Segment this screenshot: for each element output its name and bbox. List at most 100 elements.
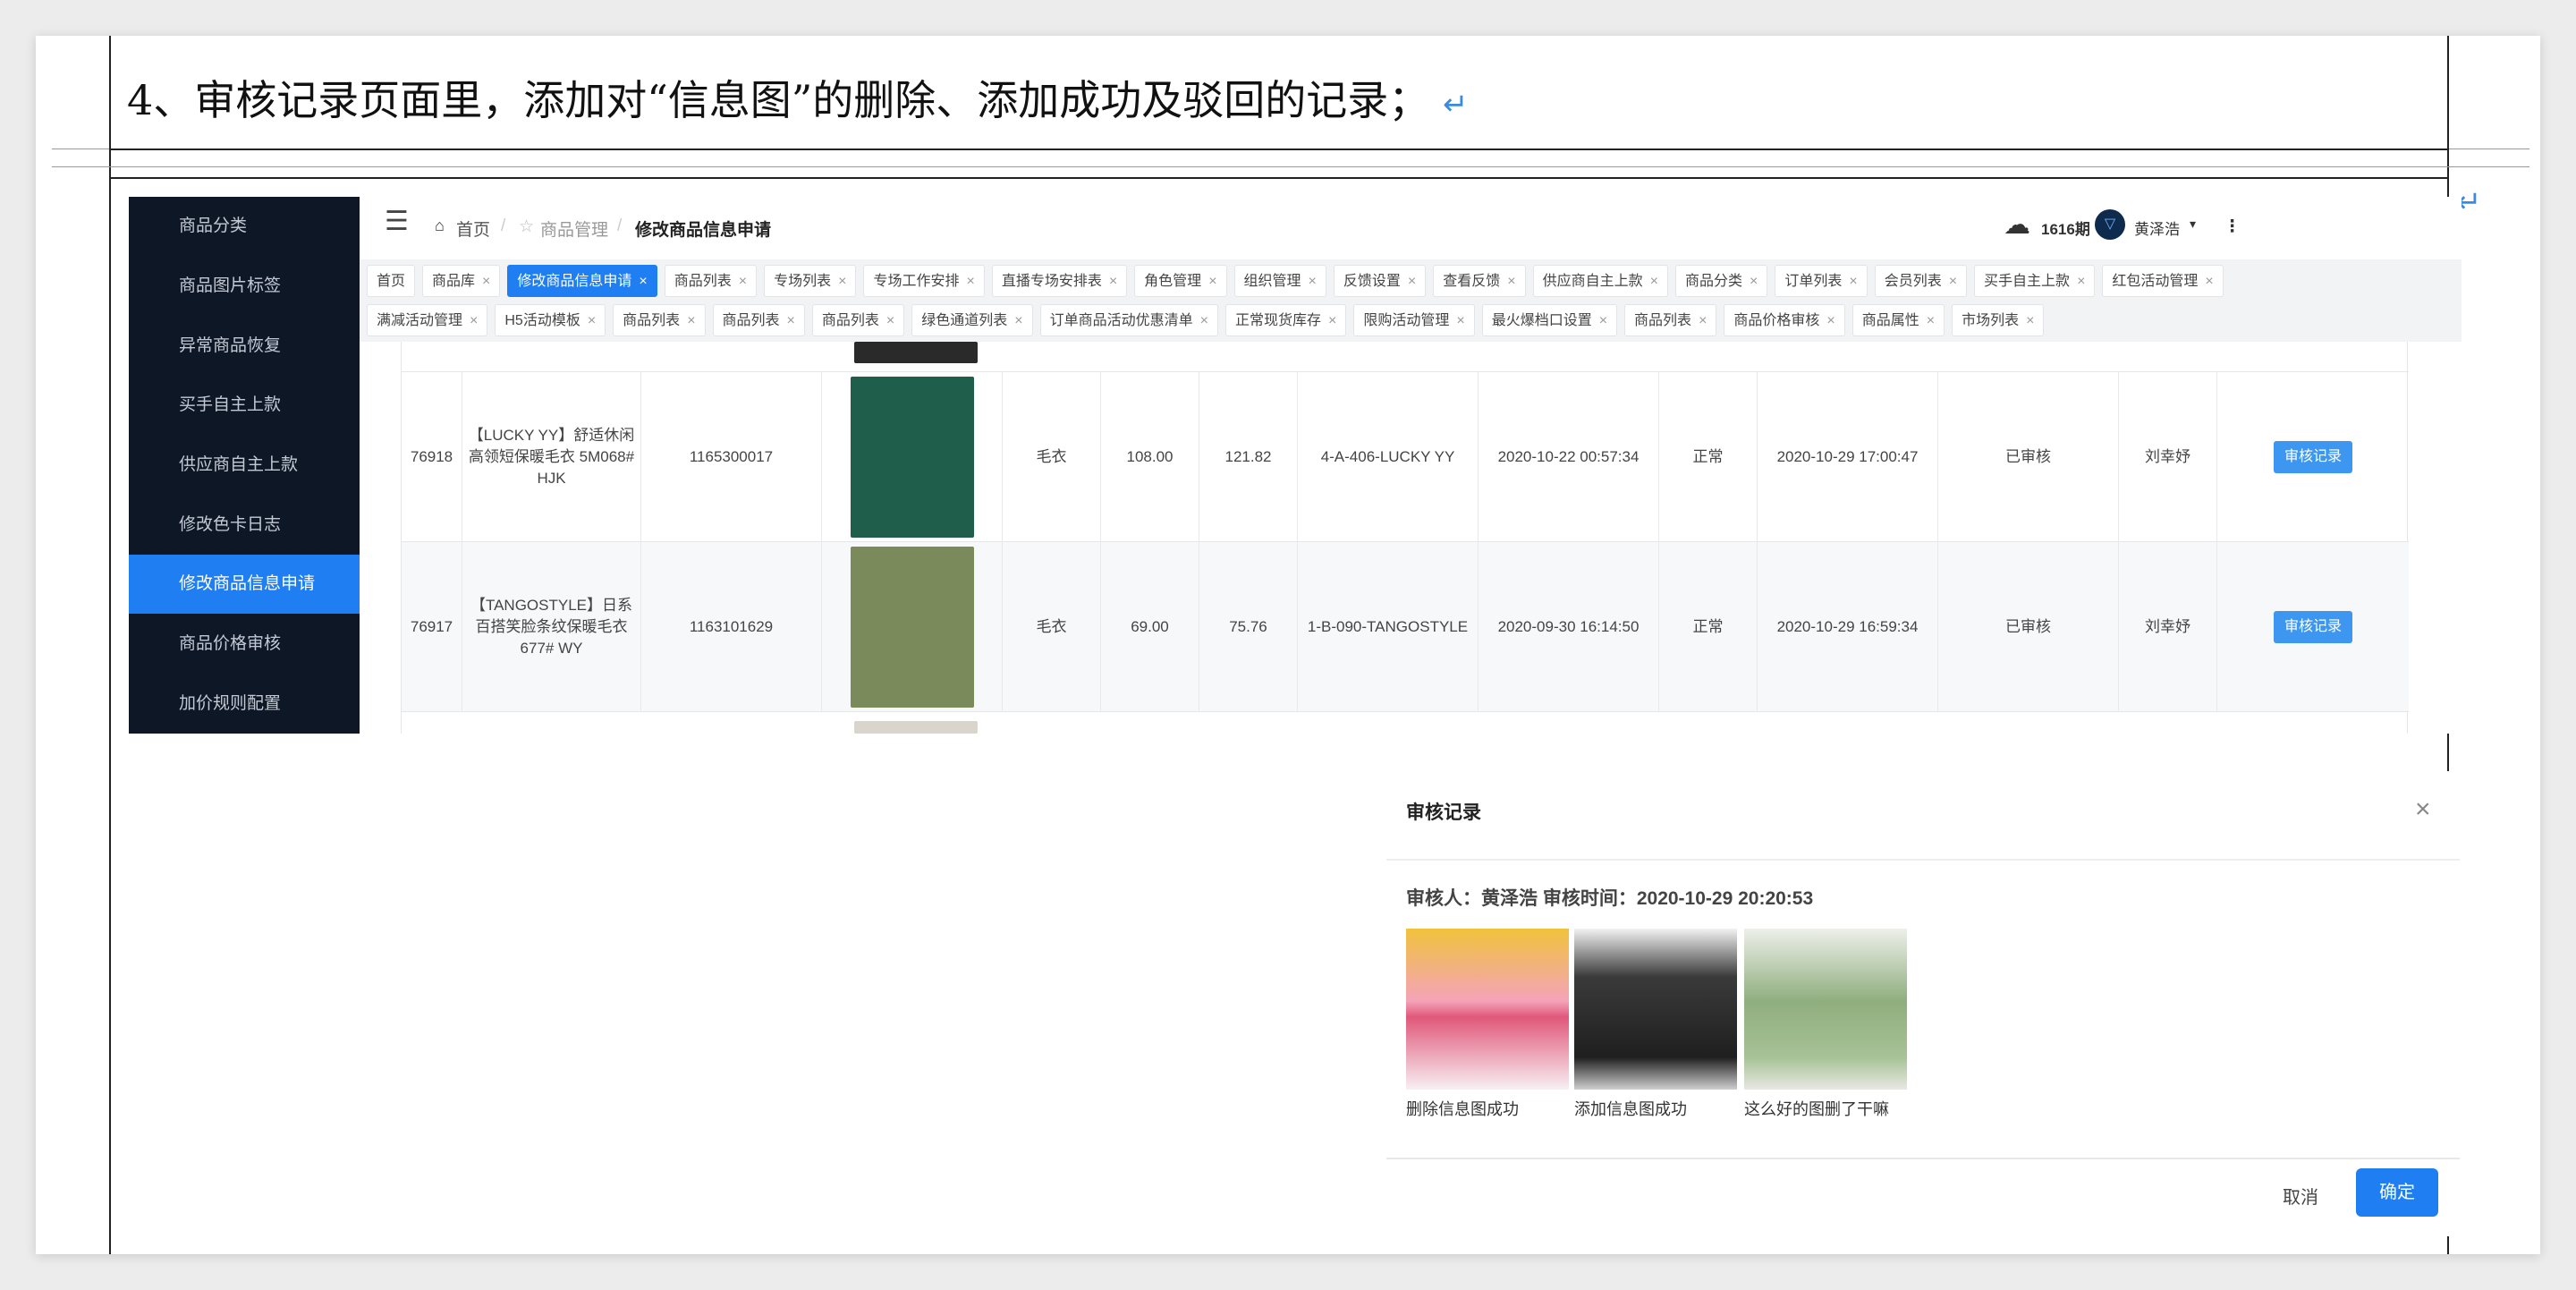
tab-tag[interactable]: 商品列表 × <box>664 265 758 297</box>
audit-image-caption: 这么好的图删了干嘛 <box>1744 1100 1889 1118</box>
hamburger-icon[interactable]: ☰ <box>385 206 409 237</box>
tab-tag[interactable]: 专场工作安排 × <box>863 265 985 297</box>
tab-tag[interactable]: 查看反馈 × <box>1433 265 1526 297</box>
close-tag-icon[interactable]: × <box>739 274 747 289</box>
sidebar-item[interactable]: 加价规则配置 <box>129 675 360 734</box>
close-tag-icon[interactable]: × <box>1208 274 1216 289</box>
close-tag-icon[interactable]: × <box>1750 274 1758 289</box>
audit-image-3[interactable] <box>1744 929 1907 1090</box>
close-tag-icon[interactable]: × <box>1507 274 1515 289</box>
tab-tag[interactable]: 商品价格审核 × <box>1724 304 1845 336</box>
product-thumbnail[interactable] <box>850 376 974 538</box>
tab-tag[interactable]: 红包活动管理 × <box>2102 265 2224 297</box>
home-icon: ⌂ <box>435 216 445 234</box>
tab-tag[interactable]: 商品列表 × <box>811 304 905 336</box>
sidebar-item[interactable]: 商品分类 <box>129 197 360 256</box>
cell-price2: 75.76 <box>1229 617 1267 635</box>
tab-tag[interactable]: 首页 <box>367 265 416 297</box>
table-row-partial-bottom <box>402 721 2409 734</box>
close-tag-icon[interactable]: × <box>1200 313 1208 328</box>
table-cell: 69.00 <box>1101 542 1199 711</box>
tab-tag[interactable]: 买手自主上款 × <box>1974 265 2096 297</box>
cloud-download-icon[interactable]: ☁ <box>2004 209 2030 241</box>
cancel-button[interactable]: 取消 <box>2283 1183 2318 1209</box>
sidebar-item[interactable]: 买手自主上款 <box>129 376 360 435</box>
sidebar-item[interactable]: 商品价格审核 <box>129 615 360 674</box>
audit-record-button[interactable]: 审核记录 <box>2273 440 2352 473</box>
close-tag-icon[interactable]: × <box>787 313 795 328</box>
cell-price2: 121.82 <box>1224 447 1272 465</box>
tab-tag[interactable]: 修改商品信息申请 × <box>507 265 657 297</box>
close-tag-icon[interactable]: × <box>1927 313 1935 328</box>
sidebar-item[interactable]: 异常商品恢复 <box>129 317 360 376</box>
table-cell: 2020-09-30 16:14:50 <box>1479 542 1659 711</box>
sidebar-item[interactable]: 修改色卡日志 <box>129 496 360 555</box>
tab-tag[interactable]: 订单商品活动优惠清单 × <box>1039 304 1218 336</box>
breadcrumb-module[interactable]: 商品管理 <box>540 216 608 241</box>
sidebar-item[interactable]: 供应商自主上款 <box>129 436 360 495</box>
tab-tag[interactable]: 供应商自主上款 × <box>1532 265 1668 297</box>
audit-image-1[interactable] <box>1406 929 1569 1090</box>
tab-tag[interactable]: 专场列表 × <box>764 265 857 297</box>
close-tag-icon[interactable]: × <box>1599 313 1607 328</box>
tab-tag[interactable]: 正常现货库存 × <box>1224 304 1347 336</box>
close-tag-icon[interactable]: × <box>1014 313 1022 328</box>
close-tag-icon[interactable]: × <box>886 313 894 328</box>
user-name[interactable]: 黄泽浩 <box>2134 216 2180 239</box>
tab-tag[interactable]: 商品列表 × <box>1624 304 1717 336</box>
tab-tag[interactable]: 会员列表 × <box>1874 265 1968 297</box>
tab-tag-label: 商品列表 <box>623 313 681 328</box>
more-icon[interactable]: ⋮ <box>2224 216 2241 237</box>
triangle-avatar-icon[interactable]: ▽ <box>2095 209 2125 240</box>
close-tag-icon[interactable]: × <box>966 274 974 289</box>
tab-tag[interactable]: 订单列表 × <box>1775 265 1868 297</box>
close-tag-icon[interactable]: × <box>1650 274 1658 289</box>
close-tag-icon[interactable]: × <box>639 274 647 289</box>
close-icon[interactable]: × <box>2415 794 2431 825</box>
close-tag-icon[interactable]: × <box>1408 274 1416 289</box>
tab-tag[interactable]: 反馈设置 × <box>1333 265 1427 297</box>
tab-tag[interactable]: 直播专场安排表 × <box>991 265 1128 297</box>
close-tag-icon[interactable]: × <box>1826 313 1835 328</box>
close-tag-icon[interactable]: × <box>687 313 695 328</box>
close-tag-icon[interactable]: × <box>1949 274 1957 289</box>
close-tag-icon[interactable]: × <box>1699 313 1707 328</box>
tab-tag[interactable]: 组织管理 × <box>1233 265 1326 297</box>
audit-record-button[interactable]: 审核记录 <box>2273 610 2352 643</box>
breadcrumb-home[interactable]: 首页 <box>456 216 490 241</box>
close-tag-icon[interactable]: × <box>588 313 596 328</box>
tab-tag[interactable]: 角色管理 × <box>1134 265 1227 297</box>
close-tag-icon[interactable]: × <box>2077 274 2085 289</box>
tab-tag[interactable]: 满减活动管理 × <box>367 304 488 336</box>
tab-tag[interactable]: 最火爆档口设置 × <box>1481 304 1618 336</box>
close-tag-icon[interactable]: × <box>2026 313 2034 328</box>
close-tag-icon[interactable]: × <box>1309 274 1317 289</box>
tab-tag[interactable]: 商品分类 × <box>1674 265 1768 297</box>
close-tag-icon[interactable]: × <box>1456 313 1464 328</box>
chevron-down-icon[interactable]: ▾ <box>2190 216 2196 232</box>
audit-image-2[interactable] <box>1574 929 1737 1090</box>
tab-tag[interactable]: 绿色通道列表 × <box>911 304 1033 336</box>
tab-tag[interactable]: 商品库 × <box>422 265 501 297</box>
sidebar-item[interactable]: 商品图片标签 <box>129 257 360 316</box>
frame-divider-bottom <box>109 177 2449 179</box>
tab-tag[interactable]: 商品列表 × <box>613 304 706 336</box>
tab-tag[interactable]: 限购活动管理 × <box>1353 304 1475 336</box>
tab-tag-label: 组织管理 <box>1243 274 1301 289</box>
sidebar-item[interactable]: 修改商品信息申请 <box>129 555 360 614</box>
close-tag-icon[interactable]: × <box>1328 313 1336 328</box>
tab-tag[interactable]: 商品属性 × <box>1852 304 1945 336</box>
ok-button[interactable]: 确定 <box>2356 1168 2438 1217</box>
close-tag-icon[interactable]: × <box>1109 274 1117 289</box>
close-tag-icon[interactable]: × <box>482 274 490 289</box>
close-tag-icon[interactable]: × <box>2205 274 2213 289</box>
tab-tag-label: 市场列表 <box>1962 313 2020 328</box>
tab-tag[interactable]: 商品列表 × <box>712 304 805 336</box>
tab-tag[interactable]: 市场列表 × <box>1952 304 2045 336</box>
close-tag-icon[interactable]: × <box>470 313 478 328</box>
cell-price: 69.00 <box>1131 617 1169 635</box>
product-thumbnail[interactable] <box>850 546 974 708</box>
tab-tag[interactable]: H5活动模板 × <box>495 304 606 336</box>
close-tag-icon[interactable]: × <box>838 274 846 289</box>
close-tag-icon[interactable]: × <box>1849 274 1857 289</box>
